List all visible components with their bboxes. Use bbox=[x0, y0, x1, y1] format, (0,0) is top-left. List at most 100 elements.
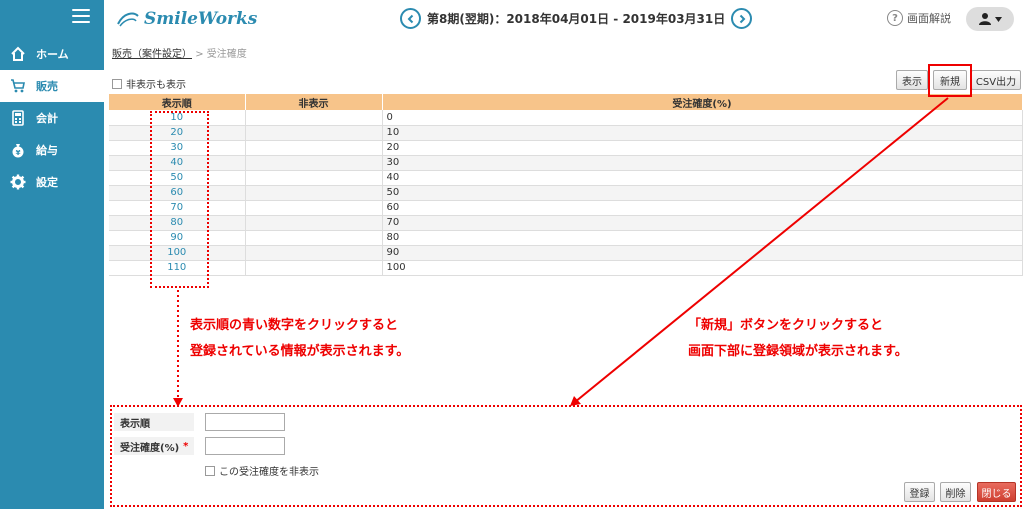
annotation-right-line1: 「新規」ボタンをクリックすると bbox=[688, 318, 884, 333]
hidden-cell bbox=[245, 200, 383, 216]
hamburger-menu-icon[interactable] bbox=[72, 9, 90, 23]
header: SmileWorks 第8期(翌期)：2018年04月01日 - 2019年03… bbox=[104, 0, 1024, 38]
help-button[interactable]: ? 画面解説 bbox=[887, 10, 951, 26]
show-hidden-label: 非表示も表示 bbox=[126, 80, 186, 91]
sidebar-item-label: ホーム bbox=[36, 48, 69, 61]
table-row[interactable]: 10 0 bbox=[109, 110, 1023, 126]
probability-cell: 70 bbox=[382, 215, 1023, 231]
money-bag-icon: ¥ bbox=[10, 142, 26, 158]
logo-text: SmileWorks bbox=[144, 9, 258, 29]
table-row[interactable]: 50 40 bbox=[109, 170, 1023, 186]
hidden-cell bbox=[245, 185, 383, 201]
probability-cell: 90 bbox=[382, 245, 1023, 261]
table-row[interactable]: 110 100 bbox=[109, 260, 1023, 276]
annotation-right-line2: 画面下部に登録領域が表示されます。 bbox=[688, 344, 908, 359]
breadcrumb-separator: > bbox=[195, 49, 204, 60]
hide-probability-checkbox[interactable]: この受注確度を非表示 bbox=[205, 463, 319, 478]
period-selector: 第8期(翌期)：2018年04月01日 - 2019年03月31日 bbox=[400, 8, 753, 29]
checkbox-box[interactable] bbox=[112, 78, 122, 89]
logo-swoosh-icon bbox=[117, 12, 139, 27]
cart-icon bbox=[10, 78, 26, 94]
column-header-order[interactable]: 表示順 bbox=[109, 94, 246, 110]
probability-cell: 0 bbox=[382, 110, 1023, 126]
breadcrumb: 販売（案件設定） > 受注確度 bbox=[112, 45, 247, 60]
register-button[interactable]: 登録 bbox=[904, 482, 935, 502]
hidden-cell bbox=[245, 125, 383, 141]
annotation-right: 「新規」ボタンをクリックすると 画面下部に登録領域が表示されます。 bbox=[688, 313, 908, 365]
calculator-icon bbox=[10, 110, 26, 126]
sidebar-item-label: 会計 bbox=[36, 112, 58, 125]
hidden-cell bbox=[245, 215, 383, 231]
column-header-hidden[interactable]: 非表示 bbox=[245, 94, 383, 110]
table-row[interactable]: 80 70 bbox=[109, 215, 1023, 231]
gear-icon bbox=[10, 174, 26, 190]
question-icon: ? bbox=[887, 10, 903, 26]
table-row[interactable]: 30 20 bbox=[109, 140, 1023, 156]
prev-period-button[interactable] bbox=[400, 8, 421, 29]
hidden-cell bbox=[245, 245, 383, 261]
table-row[interactable]: 70 60 bbox=[109, 200, 1023, 216]
table-row[interactable]: 100 90 bbox=[109, 245, 1023, 261]
show-button[interactable]: 表示 bbox=[896, 70, 928, 90]
sidebar-item-payroll[interactable]: ¥ 給与 bbox=[0, 134, 104, 166]
breadcrumb-parent-link[interactable]: 販売（案件設定） bbox=[112, 49, 192, 60]
show-hidden-checkbox[interactable]: 非表示も表示 bbox=[112, 76, 186, 91]
sidebar-item-label: 設定 bbox=[36, 176, 58, 189]
probability-label-text: 受注確度(%) bbox=[120, 442, 180, 454]
probability-cell: 30 bbox=[382, 155, 1023, 171]
order-label: 表示順 bbox=[114, 413, 194, 431]
sidebar-item-home[interactable]: ホーム bbox=[0, 38, 104, 70]
table-row[interactable]: 90 80 bbox=[109, 230, 1023, 246]
table-row[interactable]: 20 10 bbox=[109, 125, 1023, 141]
caret-down-icon bbox=[994, 16, 1002, 22]
close-button[interactable]: 閉じる bbox=[977, 482, 1016, 502]
probability-cell: 100 bbox=[382, 260, 1023, 276]
user-icon bbox=[978, 13, 991, 25]
probability-cell: 40 bbox=[382, 170, 1023, 186]
probability-cell: 80 bbox=[382, 230, 1023, 246]
table-row[interactable]: 60 50 bbox=[109, 185, 1023, 201]
annotation-left-line1: 表示順の青い数字をクリックすると bbox=[190, 318, 399, 333]
chevron-right-icon bbox=[739, 14, 746, 23]
sidebar-item-label: 給与 bbox=[36, 144, 58, 157]
delete-button[interactable]: 削除 bbox=[940, 482, 971, 502]
sidebar-item-label: 販売 bbox=[36, 80, 58, 93]
probability-cell: 10 bbox=[382, 125, 1023, 141]
sidebar-nav: ホーム 販売 会計 ¥ 給与 設定 bbox=[0, 38, 104, 198]
hidden-cell bbox=[245, 170, 383, 186]
hidden-cell bbox=[245, 260, 383, 276]
csv-export-button[interactable]: CSV出力 bbox=[971, 70, 1021, 90]
svg-text:¥: ¥ bbox=[16, 149, 21, 157]
period-text: 第8期(翌期)：2018年04月01日 - 2019年03月31日 bbox=[427, 12, 726, 26]
annotation-left-line2: 登録されている情報が表示されます。 bbox=[190, 344, 410, 359]
sidebar-item-settings[interactable]: 設定 bbox=[0, 166, 104, 198]
help-label: 画面解説 bbox=[907, 12, 951, 25]
hidden-cell bbox=[245, 110, 383, 126]
sidebar-item-sales[interactable]: 販売 bbox=[0, 70, 104, 102]
annotation-left: 表示順の青い数字をクリックすると 登録されている情報が表示されます。 bbox=[190, 313, 409, 365]
sidebar-item-accounting[interactable]: 会計 bbox=[0, 102, 104, 134]
order-input[interactable] bbox=[205, 413, 285, 431]
chevron-left-icon bbox=[407, 14, 413, 23]
logo[interactable]: SmileWorks bbox=[116, 9, 257, 29]
probability-input[interactable] bbox=[205, 437, 285, 455]
hidden-cell bbox=[245, 230, 383, 246]
probability-cell: 60 bbox=[382, 200, 1023, 216]
probability-cell: 50 bbox=[382, 185, 1023, 201]
probability-table: 表示順 非表示 受注確度(%) 10 0 20 10 30 20 40 30 50 40 60 50 7… bbox=[109, 94, 1023, 276]
new-button-highlight bbox=[928, 64, 972, 97]
breadcrumb-current: 受注確度 bbox=[206, 49, 247, 60]
next-period-button[interactable] bbox=[731, 8, 753, 29]
sidebar: ホーム 販売 会計 ¥ 給与 設定 bbox=[0, 0, 104, 509]
table-row[interactable]: 40 30 bbox=[109, 155, 1023, 171]
user-menu-button[interactable] bbox=[966, 7, 1014, 31]
hidden-cell bbox=[245, 155, 383, 171]
checkbox-box[interactable] bbox=[205, 465, 215, 476]
order-column-highlight bbox=[150, 111, 209, 288]
probability-label: 受注確度(%) * bbox=[114, 437, 194, 455]
column-header-probability[interactable]: 受注確度(%) bbox=[382, 94, 1023, 110]
hidden-cell bbox=[245, 140, 383, 156]
required-mark: * bbox=[183, 440, 189, 452]
probability-cell: 20 bbox=[382, 140, 1023, 156]
table-header-row: 表示順 非表示 受注確度(%) bbox=[109, 94, 1023, 110]
